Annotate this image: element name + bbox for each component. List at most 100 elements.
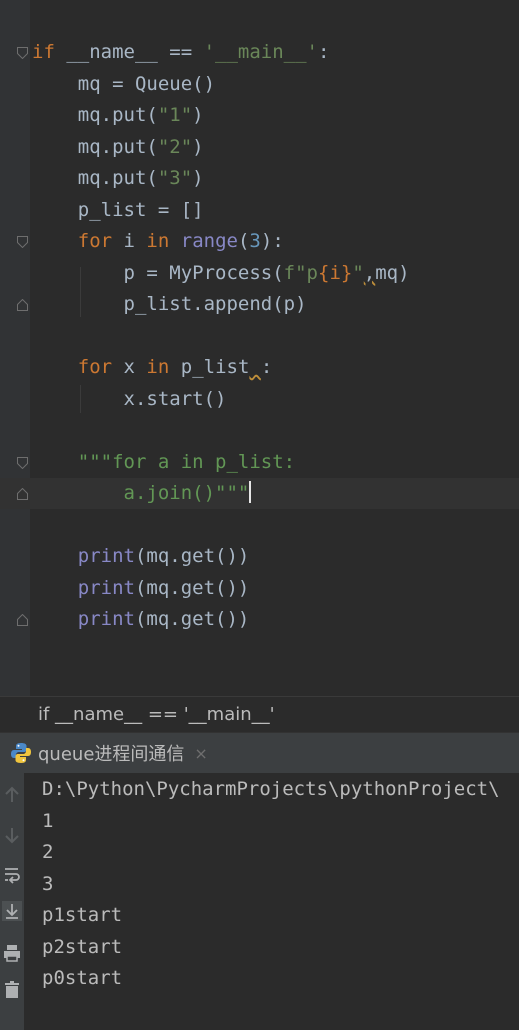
code-token: __name__ == <box>54 41 204 63</box>
code-line[interactable]: """for a in p_list: <box>0 447 519 478</box>
run-console[interactable]: D:\Python\PycharmProjects\pythonProject\… <box>0 773 519 1030</box>
print-icon[interactable] <box>2 943 22 963</box>
code-text[interactable]: print(mq.get()) <box>32 604 250 635</box>
close-icon[interactable]: × <box>194 744 207 763</box>
fold-marker-icon[interactable] <box>17 456 28 469</box>
code-line[interactable]: for x in p_list : <box>0 352 519 383</box>
code-text[interactable]: mq.put("3") <box>32 163 204 194</box>
code-text[interactable]: for x in p_list : <box>32 352 273 383</box>
code-line[interactable]: mq.put("1") <box>0 100 519 131</box>
python-icon <box>11 743 31 763</box>
code-text[interactable]: p_list.append(p) <box>32 289 307 320</box>
console-line: p2start <box>42 935 123 958</box>
trash-icon[interactable] <box>2 980 22 1000</box>
code-token: f"p <box>283 261 318 284</box>
run-tab-label[interactable]: queue进程间通信 <box>38 740 184 766</box>
fold-marker-icon[interactable] <box>17 299 28 311</box>
arrow-down-icon[interactable] <box>2 825 22 845</box>
code-editor[interactable]: if __name__ == '__main__': mq = Queue() … <box>0 0 519 696</box>
code-line[interactable] <box>0 321 519 352</box>
code-token: : <box>260 356 273 378</box>
code-token: for <box>77 356 113 378</box>
code-token: p_list <box>169 356 250 378</box>
arrow-up-icon[interactable] <box>2 785 22 805</box>
code-token: ) <box>192 167 204 189</box>
code-line[interactable]: p_list.append(p) <box>0 289 519 320</box>
code-token: mq.put( <box>32 167 158 189</box>
code-text[interactable]: p = MyProcess(f"p{i}",mq) <box>32 258 410 289</box>
code-token: in <box>146 230 170 252</box>
code-token: ): <box>260 230 284 252</box>
code-token: """for a in p_list: <box>77 450 296 473</box>
breadcrumb[interactable]: if __name__ == '__main__' <box>0 696 519 732</box>
breadcrumb-item[interactable]: if __name__ == '__main__' <box>38 704 275 725</box>
code-line[interactable]: mq = Queue() <box>0 69 519 100</box>
code-token: 3 <box>249 230 261 252</box>
code-token: print <box>77 608 135 630</box>
code-line[interactable]: p = MyProcess(f"p{i}",mq) <box>0 258 519 289</box>
code-token: p_list = [] <box>32 198 204 221</box>
code-token: {i} <box>318 261 353 284</box>
code-token: mq = Queue() <box>32 72 216 95</box>
code-text[interactable]: p_list = [] <box>32 195 204 226</box>
code-line[interactable]: x.start() <box>0 384 519 415</box>
code-token: "1" <box>157 104 193 126</box>
code-line[interactable]: print(mq.get()) <box>0 541 519 572</box>
code-line[interactable]: mq.put("3") <box>0 163 519 194</box>
code-line[interactable]: print(mq.get()) <box>0 604 519 635</box>
code-token: in <box>146 356 170 378</box>
code-token: (mq.get()) <box>134 576 250 599</box>
code-token: mq.put( <box>32 104 158 126</box>
scroll-to-end-icon[interactable] <box>2 901 22 921</box>
code-text[interactable]: a.join()""" <box>32 478 252 509</box>
console-line: 1 <box>42 809 54 832</box>
code-text[interactable]: mq = Queue() <box>32 69 215 100</box>
code-token: mq.put( <box>32 135 158 158</box>
code-line[interactable]: print(mq.get()) <box>0 573 519 604</box>
code-token: '__main__' <box>203 41 318 63</box>
soft-wrap-icon[interactable] <box>2 865 22 885</box>
code-token: range <box>180 230 238 252</box>
console-line: p0start <box>42 967 123 989</box>
console-line: 2 <box>42 841 54 863</box>
code-text[interactable]: """for a in p_list: <box>32 447 295 478</box>
text-caret <box>249 481 252 503</box>
code-text[interactable]: print(mq.get()) <box>32 573 250 604</box>
code-line[interactable]: if __name__ == '__main__': <box>0 37 519 68</box>
code-line[interactable] <box>0 415 519 446</box>
fold-marker-icon[interactable] <box>17 488 28 500</box>
code-token: : <box>318 41 330 63</box>
console-output: D:\Python\PycharmProjects\pythonProject\… <box>42 773 500 995</box>
fold-marker-icon[interactable] <box>17 236 28 248</box>
code-line[interactable]: p_list = [] <box>0 195 519 226</box>
code-line[interactable] <box>0 510 519 541</box>
console-toolbar <box>0 773 24 1030</box>
code-token: ) <box>192 135 204 158</box>
code-text[interactable]: mq.put("2") <box>32 132 204 163</box>
console-line: D:\Python\PycharmProjects\pythonProject\ <box>42 778 500 800</box>
code-token: print <box>77 545 135 567</box>
code-token: (mq.get()) <box>134 608 250 630</box>
fold-marker-icon[interactable] <box>17 47 28 59</box>
code-token: ) <box>192 104 204 126</box>
code-text[interactable]: mq.put("1") <box>32 100 204 131</box>
code-line[interactable]: for i in range(3): <box>0 226 519 257</box>
code-token: p_list.append(p) <box>32 293 307 315</box>
run-tab[interactable]: queue进程间通信 × <box>10 733 208 773</box>
code-text[interactable]: for i in range(3): <box>32 226 284 257</box>
fold-marker-icon[interactable] <box>17 614 28 626</box>
code-text[interactable]: if __name__ == '__main__': <box>32 37 329 68</box>
code-token: i <box>112 230 147 252</box>
code-line[interactable]: mq.put("2") <box>0 132 519 163</box>
code-token: (mq.get()) <box>134 545 250 567</box>
code-text[interactable]: x.start() <box>32 384 227 415</box>
code-line[interactable]: a.join()""" <box>0 478 519 509</box>
code-text[interactable]: print(mq.get()) <box>32 541 250 572</box>
code-token: for <box>77 230 113 252</box>
code-token: " <box>352 261 364 284</box>
